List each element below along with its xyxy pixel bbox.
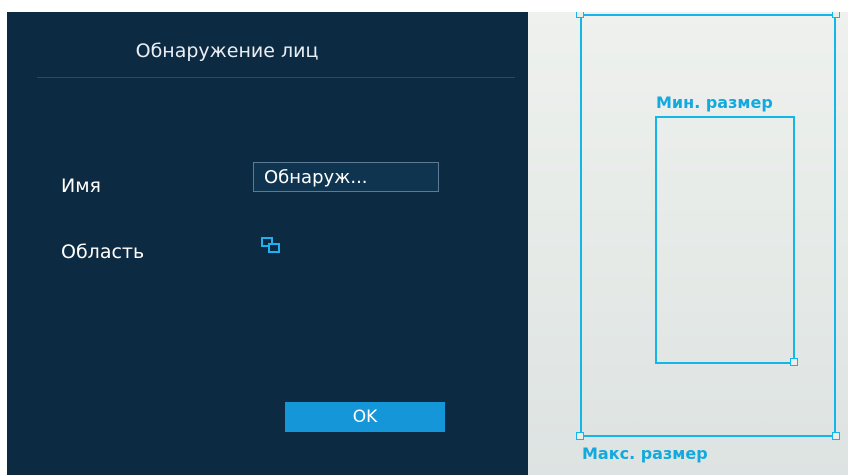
face-detection-panel: Обнаружение лиц Имя Обнаруж... Область O… (7, 12, 528, 475)
max-rect-handle-bottom-left[interactable] (576, 432, 584, 440)
title-divider (37, 77, 515, 78)
min-size-rectangle[interactable] (655, 116, 795, 364)
name-label: Имя (61, 175, 101, 197)
min-size-label: Мин. размер (656, 93, 773, 112)
ok-button[interactable]: OK (285, 402, 445, 432)
min-rect-handle-bottom-right[interactable] (790, 358, 798, 366)
max-size-label: Макс. размер (582, 444, 708, 463)
max-rect-handle-top-left[interactable] (576, 12, 584, 18)
name-field[interactable]: Обнаруж... (253, 162, 439, 192)
region-draw-icon[interactable] (261, 236, 281, 254)
max-rect-handle-top-right[interactable] (832, 12, 840, 18)
video-preview: Мин. размер Макс. размер (528, 12, 848, 475)
area-label: Область (61, 241, 145, 263)
panel-title: Обнаружение лиц (135, 40, 319, 62)
max-rect-handle-bottom-right[interactable] (832, 432, 840, 440)
